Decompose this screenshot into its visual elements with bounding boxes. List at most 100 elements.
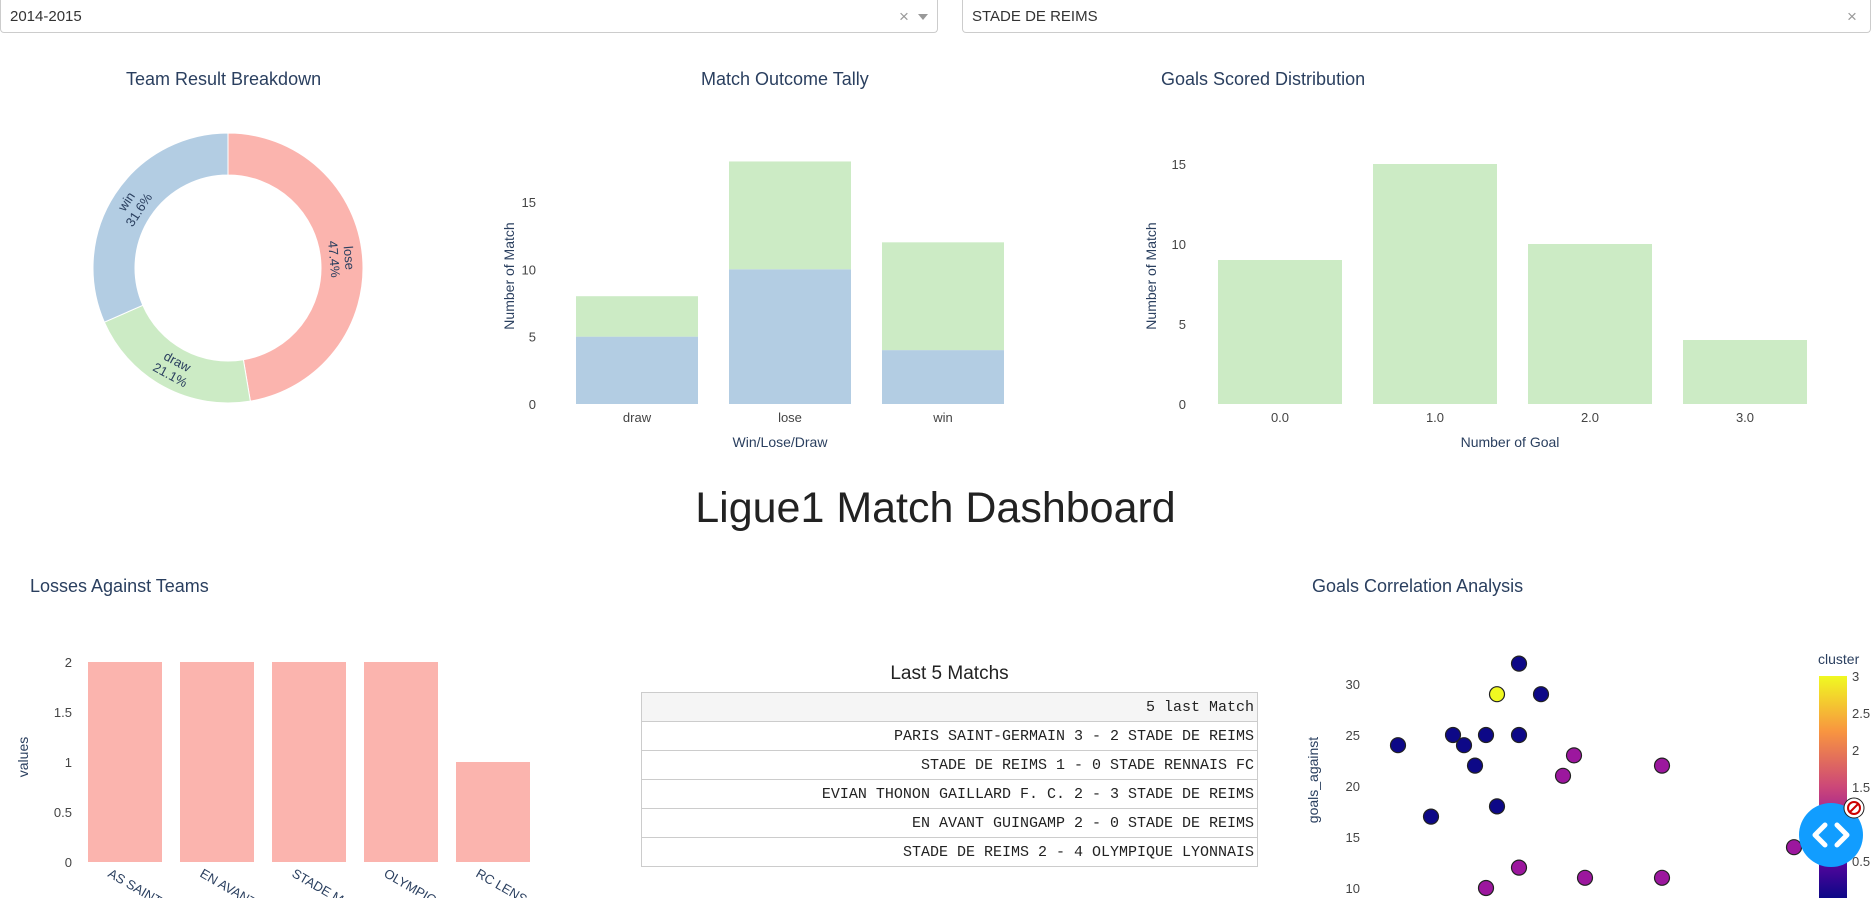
- scatter-point: [1653, 869, 1671, 886]
- y-tick-label: 0: [529, 397, 536, 412]
- last5-table: 5 last Match PARIS SAINT-GERMAIN 3 - 2 S…: [641, 692, 1258, 867]
- x-tick-label: RC LENS: [474, 866, 531, 898]
- scatter-point: [1576, 869, 1594, 886]
- colorbar-tick-label: 3: [1852, 669, 1859, 684]
- y-tick-label: 5: [529, 330, 536, 345]
- x-tick-label: 1.0: [1426, 410, 1444, 425]
- x-tick-label: 2.0: [1581, 410, 1599, 425]
- y-tick-label: 30: [1346, 677, 1360, 692]
- bar: [456, 762, 530, 862]
- y-tick-label: 25: [1346, 728, 1360, 743]
- x-tick-label: 0.0: [1271, 410, 1289, 425]
- y-tick-label: 5: [1179, 317, 1186, 332]
- y-tick-label: 15: [1172, 157, 1186, 172]
- scatter-chart-title: Goals Correlation Analysis: [1312, 576, 1524, 596]
- bar: [729, 161, 851, 270]
- y-tick-label: 1: [65, 755, 72, 770]
- x-tick-label: STADE M...: [290, 866, 356, 898]
- table-cell: STADE DE REIMS 1 - 0 STADE RENNAIS FC: [641, 750, 1258, 780]
- colorbar-tick-label: 1.5: [1852, 780, 1870, 795]
- no-entry-icon[interactable]: [1843, 797, 1865, 819]
- season-chevron-down-icon[interactable]: [918, 14, 928, 20]
- table-cell: EN AVANT GUINGAMP 2 - 0 STADE DE REIMS: [641, 808, 1258, 838]
- y-axis-label: goals_against: [1305, 737, 1321, 824]
- table-row: EVIAN THONON GAILLARD F. C. 2 - 3 STADE …: [641, 779, 1258, 809]
- bar: [576, 296, 698, 337]
- season-dropdown[interactable]: 2014-2015 ×: [0, 0, 938, 33]
- x-axis-label: Win/Lose/Draw: [733, 434, 829, 450]
- y-tick-label: 10: [1346, 881, 1360, 896]
- bar: [180, 662, 254, 862]
- team-value: STADE DE REIMS: [972, 8, 1098, 25]
- season-clear-icon[interactable]: ×: [899, 7, 909, 27]
- y-axis-label: Number of Match: [501, 222, 517, 329]
- table-row: STADE DE REIMS 2 - 4 OLYMPIQUE LYONNAIS: [641, 837, 1258, 867]
- y-tick-label: 0: [65, 855, 72, 870]
- bar: [272, 662, 346, 862]
- colorbar-title: cluster: [1818, 651, 1860, 667]
- team-clear-icon[interactable]: ×: [1847, 7, 1857, 27]
- outcome-chart-title: Match Outcome Tally: [701, 69, 869, 89]
- y-tick-label: 20: [1346, 779, 1360, 794]
- goals-scatter-chart: goals_against101520253032.521.510.5: [1305, 655, 1870, 898]
- table-cell: EVIAN THONON GAILLARD F. C. 2 - 3 STADE …: [641, 779, 1258, 809]
- scatter-point: [1653, 757, 1671, 774]
- colorbar-tick-label: 2: [1852, 743, 1859, 758]
- donut-slices: lose47.4%draw21.1%win31.6%: [92, 132, 364, 404]
- goals-bar-chart: 0 5 10 15 Number of Match Number of Goal 0.0 1.…: [1143, 157, 1807, 450]
- bar: [729, 269, 851, 404]
- goals-chart-title: Goals Scored Distribution: [1161, 69, 1366, 89]
- scatter-point: [1422, 808, 1440, 825]
- bar: [1218, 260, 1342, 404]
- scatter-point: [1510, 859, 1528, 876]
- table-cell: PARIS SAINT-GERMAIN 3 - 2 STADE DE REIMS: [641, 721, 1258, 751]
- outcome-bar-chart: 0 5 10 15 Number of Match Win/Lose/Draw draw lo…: [501, 161, 1004, 450]
- scatter-point: [1455, 737, 1473, 754]
- dashboard-title: Ligue1 Match Dashboard: [695, 484, 1176, 532]
- scatter-point: [1565, 747, 1583, 764]
- donut-label-percent: 47.4%: [325, 240, 343, 278]
- table-row: STADE DE REIMS 1 - 0 STADE RENNAIS FC: [641, 750, 1258, 780]
- result-donut-chart: lose47.4%draw21.1%win31.6%: [92, 132, 364, 404]
- donut-slice-win: [92, 132, 229, 323]
- x-tick-label: AS SAINT...: [106, 866, 173, 898]
- scatter-point: [1477, 726, 1495, 744]
- x-tick-label: win: [932, 410, 953, 425]
- bar: [88, 662, 162, 862]
- y-axis-label: values: [15, 737, 31, 777]
- x-tick-label: EN AVANT...: [198, 866, 268, 898]
- bar: [576, 336, 698, 404]
- bar: [1373, 164, 1497, 404]
- table-row: PARIS SAINT-GERMAIN 3 - 2 STADE DE REIMS: [641, 721, 1258, 751]
- scatter-point: [1532, 686, 1550, 703]
- y-tick-label: 0.5: [54, 805, 72, 820]
- losses-chart-title: Losses Against Teams: [30, 576, 209, 596]
- table-cell: STADE DE REIMS 2 - 4 OLYMPIQUE LYONNAIS: [641, 837, 1258, 867]
- x-tick-label: draw: [623, 410, 652, 425]
- y-tick-label: 15: [522, 195, 536, 210]
- team-dropdown[interactable]: STADE DE REIMS ×: [962, 0, 1871, 33]
- bar: [364, 662, 438, 862]
- x-axis-label: Number of Goal: [1461, 434, 1560, 450]
- y-tick-label: 15: [1346, 830, 1360, 845]
- x-tick-label: OLYMPIQ...: [382, 866, 449, 898]
- table-row: EN AVANT GUINGAMP 2 - 0 STADE DE REIMS: [641, 808, 1258, 838]
- colorbar-tick-label: 2.5: [1852, 706, 1870, 721]
- scatter-point: [1477, 879, 1495, 897]
- last5-header: 5 last Match: [641, 692, 1258, 722]
- donut-chart-title: Team Result Breakdown: [126, 69, 322, 89]
- scatter-point: [1510, 655, 1528, 672]
- scatter-point: [1554, 767, 1572, 784]
- bar: [882, 242, 1004, 351]
- y-tick-label: 10: [522, 262, 536, 277]
- scatter-point: [1510, 726, 1528, 744]
- y-axis-label: Number of Match: [1143, 222, 1159, 329]
- y-tick-label: 1.5: [54, 705, 72, 720]
- y-tick-label: 10: [1172, 237, 1186, 252]
- scatter-point: [1488, 798, 1506, 815]
- x-tick-label: lose: [778, 410, 802, 425]
- bar: [1683, 340, 1807, 404]
- bar: [882, 350, 1004, 404]
- bar: [1528, 244, 1652, 404]
- x-tick-label: 3.0: [1736, 410, 1754, 425]
